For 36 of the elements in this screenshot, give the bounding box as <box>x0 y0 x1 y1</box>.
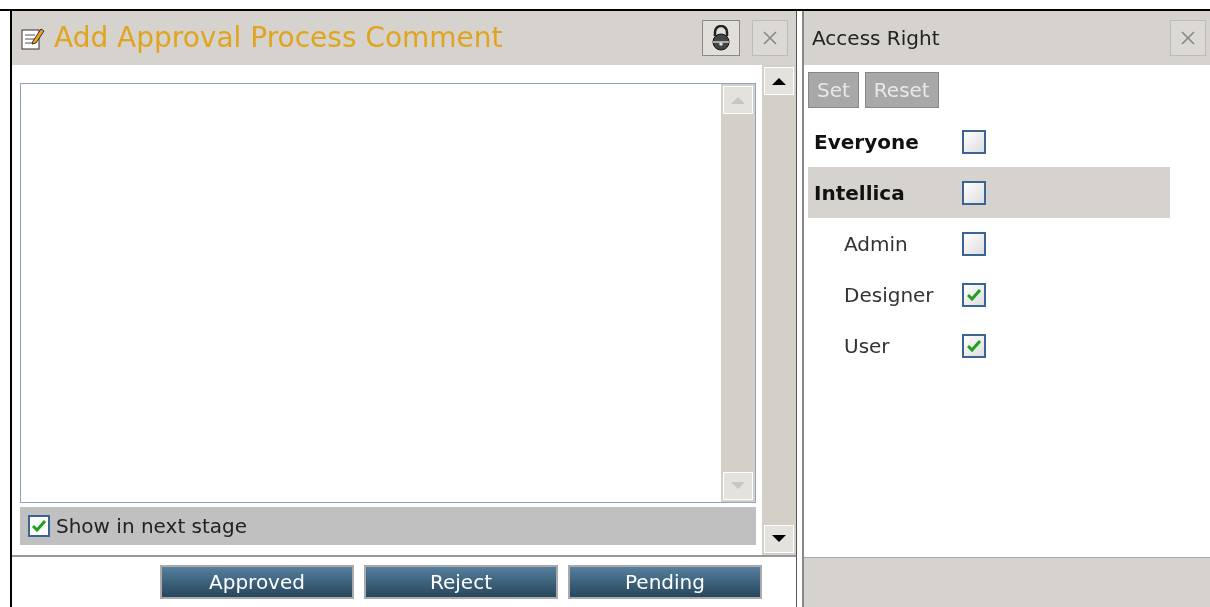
tree-label: Intellica <box>813 179 906 207</box>
up-arrow-icon <box>772 77 786 85</box>
checkmark-icon <box>967 288 981 301</box>
close-icon <box>1181 31 1195 45</box>
tree-label: User <box>843 332 891 360</box>
checkbox[interactable] <box>28 515 50 537</box>
scroll-up-button[interactable] <box>764 67 794 95</box>
down-arrow-icon <box>731 482 745 490</box>
tree-label: Designer <box>843 281 935 309</box>
close-icon <box>763 31 777 45</box>
checkbox[interactable] <box>962 180 986 205</box>
checkmark-icon <box>32 520 46 532</box>
tree-row[interactable]: Admin <box>808 218 1170 269</box>
checkbox[interactable] <box>962 231 986 256</box>
tree-row[interactable]: Everyone <box>808 116 1170 167</box>
tree-row[interactable]: Designer <box>808 269 1170 320</box>
down-arrow-icon <box>772 535 786 543</box>
tree-label: Admin <box>843 230 909 258</box>
dialog-scrollbar[interactable] <box>762 65 796 555</box>
action-button[interactable]: Reject <box>364 565 558 599</box>
padlock-icon <box>710 25 732 51</box>
tree-label: Everyone <box>813 128 920 156</box>
tree-row[interactable]: Intellica <box>808 167 1170 218</box>
checkbox[interactable] <box>962 129 986 154</box>
checkbox[interactable] <box>962 282 986 307</box>
tree-row[interactable]: User <box>808 320 1170 371</box>
up-arrow-icon <box>731 96 745 104</box>
panel-title: Access Right <box>812 25 941 52</box>
action-button[interactable]: Pending <box>568 565 762 599</box>
checkmark-icon <box>967 339 981 352</box>
checkbox-label: Show in next stage <box>56 513 248 540</box>
scroll-down-button[interactable] <box>764 525 794 553</box>
action-button[interactable]: Approved <box>160 565 354 599</box>
checkbox[interactable] <box>962 333 986 358</box>
dialog-title: Add Approval Process Comment <box>54 24 504 52</box>
lock-button[interactable] <box>702 20 740 56</box>
